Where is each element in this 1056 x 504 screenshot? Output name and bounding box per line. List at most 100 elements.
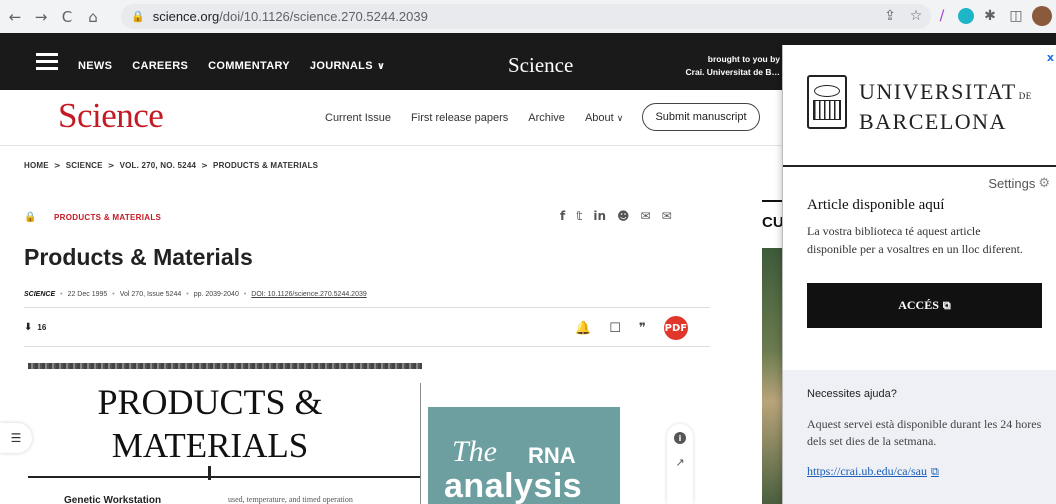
ad-the: The: [452, 435, 497, 468]
breadcrumb-volume[interactable]: VOL. 270, NO. 5244: [120, 161, 197, 170]
breadcrumb-separator: >: [201, 161, 209, 170]
side-panel-icon[interactable]: ◫: [1006, 5, 1026, 27]
back-arrow-icon: ←: [8, 7, 22, 26]
article-title: Products & Materials: [24, 244, 253, 270]
breadcrumb-separator: >: [107, 161, 115, 170]
menu-hamburger-icon[interactable]: [36, 53, 58, 70]
brought-line1: brought to you by: [707, 54, 780, 64]
nav-archive[interactable]: Archive: [528, 112, 565, 124]
close-icon[interactable]: x: [1047, 51, 1054, 64]
breadcrumb: HOME > SCIENCE > VOL. 270, NO. 5244 > PRODUCTS…: [24, 161, 318, 170]
scan-heading-line1: PRODUCTS &: [97, 382, 323, 422]
reddit-icon[interactable]: ☻: [617, 209, 630, 223]
chevron-down-icon: ∨: [376, 61, 386, 72]
top-nav: NEWS CAREERS COMMENTARY JOURNALS ∨: [78, 60, 385, 72]
back-button[interactable]: ←: [4, 6, 26, 28]
list-icon: ☰: [10, 431, 22, 445]
floating-tool-rail: i ↗: [667, 424, 693, 504]
forward-button[interactable]: →: [30, 6, 52, 28]
meta-doi-link[interactable]: DOI: 10.1126/science.270.5244.2039: [251, 291, 366, 298]
meta-separator: •: [186, 291, 189, 298]
science-logo-small[interactable]: Science: [508, 53, 573, 78]
meta-journal: SCIENCE: [24, 291, 56, 298]
url-domain: science.org: [152, 9, 220, 24]
lock-icon: 🔒: [131, 10, 145, 23]
nav-about-label: About: [584, 112, 614, 124]
help-section: Necessites ajuda? Aquest servei està dis…: [783, 370, 1056, 504]
meta-date: 22 Dec 1995: [67, 291, 108, 298]
home-icon: ⌂: [88, 7, 98, 26]
nav-current-issue[interactable]: Current Issue: [325, 112, 391, 124]
reload-button[interactable]: C: [56, 6, 78, 28]
linkedin-icon[interactable]: in: [593, 209, 606, 223]
alert-bell-icon[interactable]: 🔔: [575, 321, 591, 336]
home-button[interactable]: ⌂: [82, 6, 104, 28]
url-path: /doi/10.1126/science.270.5244.2039: [219, 9, 428, 24]
pdf-icon[interactable]: PDF: [663, 316, 688, 340]
browser-actions: ⇪ ☆ / ✱ ◫: [880, 5, 1052, 27]
popup-divider: [783, 165, 1056, 167]
help-title: Necessites ajuda?: [807, 388, 897, 400]
sidebar-heading: CU: [762, 214, 784, 231]
bookmark-star-icon[interactable]: ☆: [906, 5, 926, 27]
meta-pages: pp. 2039-2040: [193, 291, 239, 298]
breadcrumb-home[interactable]: HOME: [24, 161, 49, 170]
settings-label: Settings: [988, 176, 1036, 191]
nav-news[interactable]: NEWS: [78, 60, 112, 72]
info-icon[interactable]: i: [674, 432, 686, 444]
wechat-icon[interactable]: ✉: [641, 209, 651, 223]
journal-nav: Current Issue First release papers Archi…: [325, 112, 623, 124]
help-link[interactable]: https://crai.ub.edu/ca/sau ⧉: [807, 464, 939, 479]
table-of-contents-button[interactable]: ☰: [0, 423, 32, 453]
share-page-icon[interactable]: ⇪: [880, 5, 900, 27]
brought-to-you-by: brought to you by Crai. Universitat de B…: [640, 53, 780, 79]
bookmark-icon[interactable]: ☐: [609, 321, 621, 336]
open-access-lock-icon: 🔒: [24, 212, 37, 223]
twitter-icon[interactable]: 𝕥: [576, 209, 582, 223]
sidebar-rule: [762, 200, 782, 202]
nav-first-release[interactable]: First release papers: [411, 112, 508, 124]
breadcrumb-separator: >: [53, 161, 61, 170]
submit-manuscript-button[interactable]: Submit manuscript: [642, 103, 760, 131]
address-bar[interactable]: 🔒 science.org/doi/10.1126/science.270.52…: [121, 4, 931, 29]
section-label[interactable]: PRODUCTS & MATERIALS: [54, 213, 161, 222]
science-logo[interactable]: Science: [58, 96, 164, 136]
gear-icon: ⚙: [1038, 176, 1050, 191]
download-count-value: 16: [37, 323, 47, 332]
nav-careers[interactable]: CAREERS: [132, 60, 188, 72]
university-name: UNIVERSITAT DE BARCELONA: [859, 79, 1032, 135]
scan-rule: [28, 476, 420, 478]
scan-body-text: used, temperature, and timed operation: [228, 495, 353, 504]
teal-extension-icon[interactable]: [958, 8, 974, 24]
univ-line2: BARCELONA: [859, 109, 1007, 134]
pen-extension-icon[interactable]: /: [932, 5, 952, 27]
univ-universitat: UNIVERSITAT: [859, 79, 1017, 104]
library-access-popup: x UNIVERSITAT DE BARCELONA Settings ⚙ Art…: [782, 45, 1056, 504]
article-meta: SCIENCE • 22 Dec 1995 • Vol 270, Issue 5244 •…: [24, 291, 367, 298]
available-text: La vostra biblioteca té aquest article d…: [807, 224, 1023, 256]
meta-separator: •: [243, 291, 247, 298]
access-button[interactable]: ACCÉS ⧉: [807, 283, 1042, 328]
reload-icon: C: [61, 7, 73, 26]
share-icons: f 𝕥 in ☻ ✉ ✉: [560, 209, 672, 223]
download-count: ⬇ 16: [24, 322, 46, 333]
extensions-puzzle-icon[interactable]: ✱: [980, 5, 1000, 27]
access-button-label: ACCÉS: [898, 298, 939, 312]
breadcrumb-section[interactable]: PRODUCTS & MATERIALS: [213, 161, 318, 170]
metrics-trend-icon[interactable]: ↗: [675, 456, 684, 469]
settings-link[interactable]: Settings ⚙: [988, 176, 1050, 191]
breadcrumb-science[interactable]: SCIENCE: [66, 161, 103, 170]
meta-volume[interactable]: Vol 270, Issue 5244: [120, 291, 182, 298]
divider: [24, 307, 710, 308]
nav-journals[interactable]: JOURNALS ∨: [310, 60, 385, 72]
meta-separator: •: [112, 291, 115, 298]
external-link-icon: ⧉: [942, 298, 951, 312]
scan-column-divider: [420, 383, 421, 504]
email-icon[interactable]: ✉: [662, 209, 672, 223]
profile-avatar[interactable]: [1032, 6, 1052, 26]
nav-about[interactable]: About ∨: [585, 112, 623, 124]
sidebar-cover-image[interactable]: [762, 248, 784, 504]
facebook-icon[interactable]: f: [560, 209, 565, 223]
nav-commentary[interactable]: COMMENTARY: [208, 60, 290, 72]
cite-icon[interactable]: ❞: [639, 321, 646, 336]
